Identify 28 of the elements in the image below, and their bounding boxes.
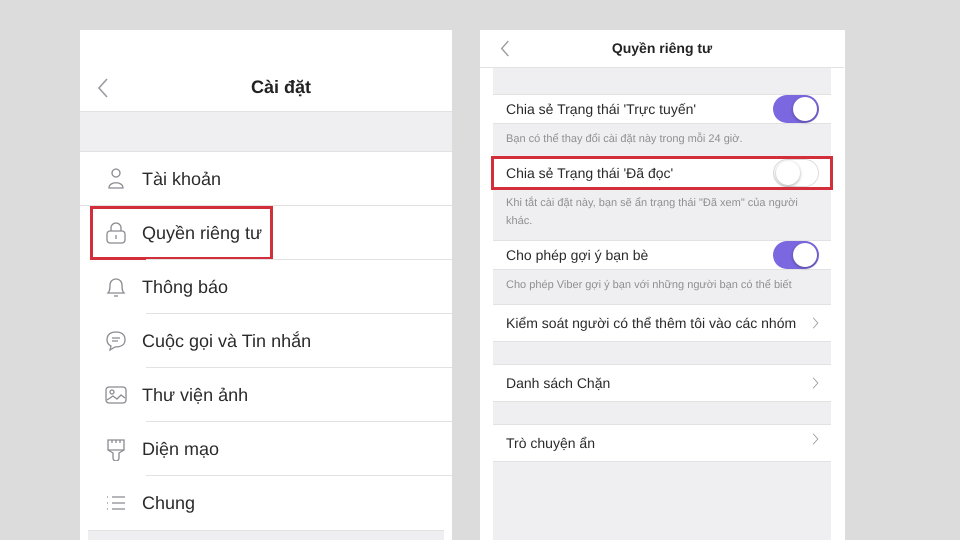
- menu-item[interactable]: Kiểm soát người có thể thêm tôi vào các nhóm: [493, 304, 831, 342]
- menu-item[interactable]: Thư viện ảnh: [80, 368, 256, 422]
- menu-item[interactable]: Quyền riêng tư: [90, 206, 274, 260]
- toggle-switch[interactable]: [773, 159, 819, 187]
- back-icon[interactable]: [97, 78, 109, 98]
- chevron-icon: [812, 433, 819, 445]
- setting-label: Chia sẻ Trạng thái 'Đã đọc': [506, 164, 674, 183]
- setting-description: Khi tắt cài đặt này, bạn sẽ ẩn trạng thái "Đã xem" của người khác.: [505, 196, 799, 229]
- setting-label: Chia sẻ Trạng thái 'Trực tuyến': [506, 100, 698, 119]
- chevron-icon: [812, 377, 819, 389]
- menu-item[interactable]: Diện mạo: [80, 422, 228, 476]
- chevron-icon: [812, 317, 819, 329]
- screen-title: Quyền riêng tư: [612, 39, 712, 58]
- setting-label: Cho phép gợi ý bạn bè: [506, 246, 650, 265]
- menu-item[interactable]: Tài khoản: [80, 152, 230, 206]
- screen-title: Cài đặt: [250, 76, 311, 99]
- back-icon[interactable]: [500, 40, 510, 57]
- lock-icon: [104, 221, 128, 245]
- setting-description: Bạn có thể thay đổi cài đặt này trong mỗi 24 giờ.: [505, 132, 744, 147]
- menu-item[interactable]: Thông báo: [80, 260, 236, 314]
- menu-item[interactable]: Trò chuyện ẩn: [493, 424, 831, 462]
- setting-description: Cho phép Viber gợi ý bạn với những người bạn có thể biết: [505, 278, 793, 293]
- chat-bubble-icon: [104, 329, 128, 353]
- toggle-switch[interactable]: [773, 241, 819, 269]
- menu-item[interactable]: Danh sách Chặn: [493, 364, 831, 402]
- toggle-switch[interactable]: [773, 95, 819, 123]
- menu-item[interactable]: Chung: [80, 476, 204, 530]
- menu-item[interactable]: Cuộc gọi và Tin nhắn: [80, 314, 320, 368]
